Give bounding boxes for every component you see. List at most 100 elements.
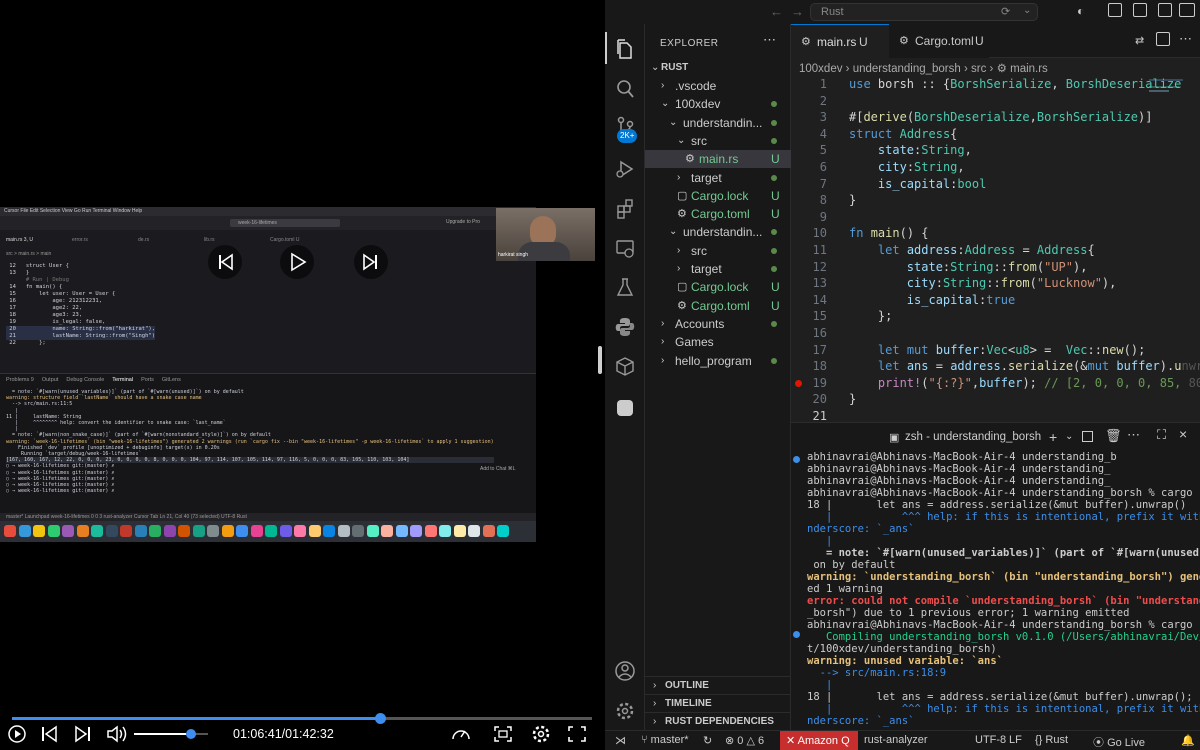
editor-tab[interactable]: ⚙ main.rs U bbox=[791, 24, 889, 58]
dock-app-icon[interactable] bbox=[105, 525, 118, 537]
go-live-button[interactable]: ⦿ Go Live bbox=[1093, 734, 1145, 750]
play-button[interactable] bbox=[6, 724, 28, 744]
breakpoint-dot[interactable] bbox=[795, 379, 802, 387]
tree-item[interactable]: ⌄ 100xdev bbox=[645, 95, 791, 113]
dock-app-icon[interactable] bbox=[250, 525, 263, 537]
manage-gear-icon[interactable] bbox=[614, 700, 636, 722]
toggle-panel-icon[interactable] bbox=[1133, 3, 1147, 17]
volume-button[interactable] bbox=[105, 724, 129, 744]
screenshot-button[interactable] bbox=[492, 724, 514, 744]
tree-item[interactable]: › Games bbox=[645, 333, 791, 351]
encoding-status[interactable]: UTF-8 bbox=[975, 734, 1006, 746]
tree-item[interactable]: › src bbox=[645, 242, 791, 260]
dock-app-icon[interactable] bbox=[308, 525, 321, 537]
terminal-output[interactable]: abhinavrai@Abhinavs-MacBook-Air-4 unders… bbox=[807, 451, 1200, 727]
tree-item[interactable]: ⌄ understandin... bbox=[645, 223, 791, 241]
dock-app-icon[interactable] bbox=[337, 525, 350, 537]
language-mode[interactable]: {} Rust bbox=[1035, 734, 1068, 746]
previous-button[interactable] bbox=[38, 724, 60, 744]
eol-status[interactable]: LF bbox=[1009, 734, 1022, 746]
remote-icon[interactable]: ⋊ bbox=[615, 734, 626, 747]
extensions-icon[interactable] bbox=[615, 198, 635, 220]
dock-app-icon[interactable] bbox=[33, 525, 45, 537]
volume-handle[interactable] bbox=[185, 729, 196, 739]
amazon-q-status[interactable]: ✕ Amazon Q bbox=[780, 731, 858, 750]
dock-app-icon[interactable] bbox=[4, 525, 16, 537]
tree-item[interactable]: ⌄ understandin... bbox=[645, 114, 791, 132]
maximize-panel-icon[interactable]: ⛶ bbox=[1157, 427, 1166, 443]
breadcrumb-item[interactable]: main.rs bbox=[1010, 63, 1048, 75]
notifications-bell-icon[interactable]: 🔔 bbox=[1181, 734, 1195, 747]
more-actions-icon[interactable]: ⋯ bbox=[763, 32, 776, 48]
volume-track[interactable] bbox=[134, 729, 208, 739]
python-icon[interactable] bbox=[614, 316, 636, 338]
dock-app-icon[interactable] bbox=[323, 525, 335, 537]
skip-back-overlay-button[interactable] bbox=[208, 245, 242, 279]
forward-arrow-icon[interactable]: → bbox=[791, 4, 804, 19]
dock-app-icon[interactable] bbox=[352, 525, 364, 537]
branch-indicator[interactable]: ⑂ master* bbox=[641, 734, 689, 746]
more-actions-icon[interactable]: ⋯ bbox=[1179, 31, 1192, 47]
more-actions-icon[interactable]: ⋯ bbox=[1127, 427, 1140, 443]
search-icon[interactable] bbox=[615, 78, 635, 100]
tree-item[interactable]: ▢ Cargo.lock U bbox=[645, 187, 791, 205]
breadcrumb-item[interactable]: src bbox=[971, 63, 986, 75]
breadcrumb-item[interactable]: 100xdev bbox=[799, 63, 842, 75]
minimap[interactable] bbox=[1149, 76, 1194, 106]
explorer-icon[interactable] bbox=[615, 38, 635, 60]
dock-app-icon[interactable] bbox=[482, 525, 495, 537]
tree-item[interactable]: › target bbox=[645, 260, 791, 278]
run-debug-icon[interactable] bbox=[615, 158, 635, 180]
dock-app-icon[interactable] bbox=[207, 525, 219, 537]
package-box-icon[interactable] bbox=[615, 356, 635, 378]
account-icon[interactable] bbox=[614, 660, 636, 682]
settings-button[interactable] bbox=[530, 724, 552, 744]
terminal-title[interactable]: zsh - understanding_borsh bbox=[905, 431, 1041, 443]
dock-app-icon[interactable] bbox=[395, 525, 408, 537]
dock-app-icon[interactable] bbox=[439, 525, 451, 537]
dock-app-icon[interactable] bbox=[265, 525, 277, 537]
dock-app-icon[interactable] bbox=[366, 525, 379, 537]
dock-app-icon[interactable] bbox=[221, 525, 234, 537]
dock-app-icon[interactable] bbox=[236, 525, 248, 537]
dock-app-icon[interactable] bbox=[279, 525, 292, 537]
testing-flask-icon[interactable] bbox=[615, 276, 635, 298]
tree-item[interactable]: ⌄ src bbox=[645, 132, 791, 150]
copilot-icon[interactable]: ⟳ bbox=[1001, 5, 1010, 18]
extension-panel-icon[interactable] bbox=[617, 400, 633, 416]
rust-analyzer-status[interactable]: rust-analyzer bbox=[864, 734, 928, 746]
dock-app-icon[interactable] bbox=[62, 525, 74, 537]
dock-app-icon[interactable] bbox=[381, 525, 393, 537]
split-editor-icon[interactable] bbox=[1156, 32, 1170, 46]
dock-app-icon[interactable] bbox=[178, 525, 190, 537]
split-handle[interactable] bbox=[598, 346, 602, 374]
dock-app-icon[interactable] bbox=[453, 525, 466, 537]
tree-item[interactable]: › Accounts bbox=[645, 315, 791, 333]
next-button[interactable] bbox=[72, 724, 94, 744]
video-player[interactable]: Cursor File Edit Selection View Go Run T… bbox=[0, 0, 604, 750]
dock-app-icon[interactable] bbox=[410, 525, 422, 537]
dock-app-icon[interactable] bbox=[163, 525, 176, 537]
progress-track[interactable] bbox=[12, 713, 592, 724]
dock-app-icon[interactable] bbox=[91, 525, 103, 537]
close-icon[interactable]: × bbox=[1179, 426, 1187, 442]
fullscreen-button[interactable] bbox=[566, 724, 588, 744]
compare-changes-icon[interactable]: ⇄ bbox=[1135, 34, 1144, 47]
sync-icon[interactable]: ↻ bbox=[703, 734, 712, 747]
chevron-down-icon[interactable]: ⌄ bbox=[1065, 431, 1073, 442]
sidebar-section[interactable]: › RUST DEPENDENCIES bbox=[645, 712, 791, 730]
sidebar-section[interactable]: › OUTLINE bbox=[645, 676, 791, 694]
remote-explorer-icon[interactable] bbox=[615, 238, 635, 260]
new-terminal-plus-icon[interactable]: + bbox=[1049, 429, 1057, 445]
chevron-down-icon[interactable]: ⌄ bbox=[1023, 5, 1031, 16]
tree-item[interactable]: › target bbox=[645, 169, 791, 187]
sidebar-section[interactable]: › TIMELINE bbox=[645, 694, 791, 712]
trash-icon[interactable]: 🗑 bbox=[1105, 428, 1122, 444]
breadcrumb-item[interactable]: understanding_borsh bbox=[853, 63, 961, 75]
dock-app-icon[interactable] bbox=[76, 525, 89, 537]
tree-item[interactable]: › hello_program bbox=[645, 352, 791, 370]
dock-app-icon[interactable] bbox=[47, 525, 60, 537]
dock-app-icon[interactable] bbox=[497, 525, 509, 537]
speed-button[interactable] bbox=[450, 724, 472, 744]
tree-item[interactable]: ⚙ main.rs U bbox=[645, 150, 791, 169]
